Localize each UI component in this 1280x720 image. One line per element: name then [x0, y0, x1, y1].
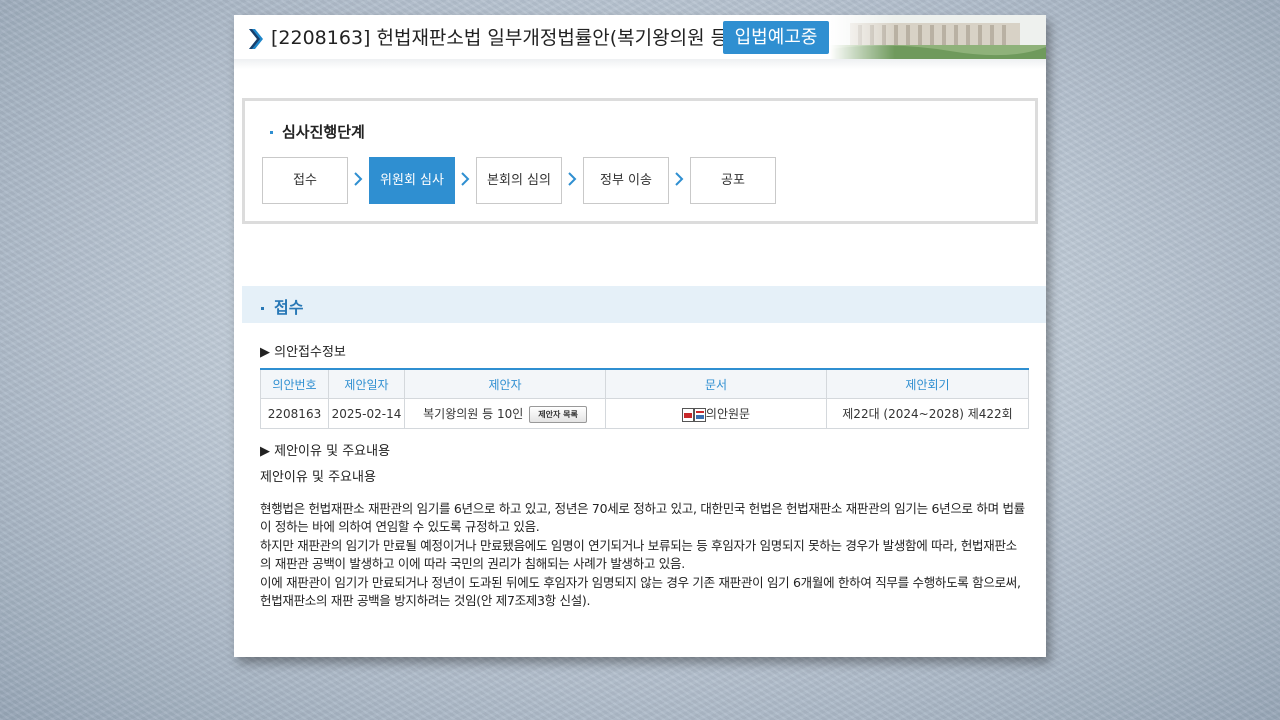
body-line: 하지만 재판관의 임기가 만료될 예정이거나 만료됐음에도 임명이 연기되거나 …	[260, 537, 1017, 553]
chevron-right-icon	[354, 172, 363, 186]
body-line: 헌법재판소의 재판 공백을 방지하려는 것임(안 제7조제3항 신설).	[260, 593, 591, 609]
step-promulgation[interactable]: 공포	[690, 157, 776, 204]
hwp-document-icon[interactable]	[693, 407, 706, 422]
reason-heading: ▶ 제안이유 및 주요내용	[260, 444, 391, 459]
bill-title: [2208163] 헌법재판소법 일부개정법률안(복기왕의원 등 10인)	[271, 27, 784, 49]
bullet-dot	[270, 131, 273, 134]
step-received[interactable]: 접수	[262, 157, 348, 204]
step-government-transfer[interactable]: 정부 이송	[583, 157, 669, 204]
cell-session: 제22대 (2024~2028) 제422회	[826, 398, 1029, 429]
body-line: 의 재판관 공백이 발생하고 이에 따라 국민의 권리가 침해되는 사례가 발생…	[260, 556, 685, 572]
cell-proposer: 복기왕의원 등 10인 제안자 목록	[404, 398, 606, 429]
column-header-proposer: 제안자	[404, 368, 606, 399]
proposer-name: 복기왕의원 등 10인	[423, 406, 524, 421]
bullet-dot	[261, 307, 264, 310]
bill-info-heading: ▶ 의안접수정보	[260, 345, 346, 360]
national-assembly-building-image	[830, 15, 1046, 61]
body-line: 이 정하는 바에 의하여 연임할 수 있도록 규정하고 있음.	[260, 519, 540, 535]
column-header-session: 제안회기	[826, 368, 1029, 399]
body-line: 현행법은 헌법재판소 재판관의 임기를 6년으로 하고 있고, 정년은 70세로…	[260, 501, 1025, 516]
column-header-document: 문서	[605, 368, 827, 399]
reason-label: 제안이유 및 주요내용	[260, 470, 376, 485]
chevron-right-icon	[461, 172, 470, 186]
body-line: 이에 재판관이 임기가 만료되거나 정년이 도과된 뒤에도 후임자가 임명되지 …	[260, 574, 1021, 590]
table-row: 2208163 2025-02-14 복기왕의원 등 10인 제안자 목록 의안원…	[260, 398, 1029, 429]
column-header-bill-no: 의안번호	[260, 368, 329, 399]
cell-document: 의안원문	[605, 398, 827, 429]
chevron-right-icon	[568, 172, 577, 186]
status-badge: 입법예고중	[723, 21, 829, 54]
header-divider	[234, 59, 1046, 69]
header: [2208163] 헌법재판소법 일부개정법률안(복기왕의원 등 10인) 입법…	[234, 15, 1046, 65]
bill-info-table: 의안번호 제안일자 제안자 문서 제안회기 2208163 2025-02-14…	[260, 368, 1029, 429]
table-header-row: 의안번호 제안일자 제안자 문서 제안회기	[260, 368, 1029, 399]
pdf-icon[interactable]	[681, 407, 694, 422]
reason-body-text: 현행법은 헌법재판소 재판관의 임기를 6년으로 하고 있고, 정년은 70세로…	[260, 500, 1032, 610]
review-stages-box: 심사진행단계 접수 위원회 심사 본회의 심의 정부 이송 공포	[242, 98, 1038, 224]
cell-bill-no: 2208163	[260, 398, 329, 429]
section-header-received: 접수	[242, 286, 1046, 323]
column-header-date: 제안일자	[328, 368, 405, 399]
proposer-list-button[interactable]: 제안자 목록	[529, 405, 587, 423]
section-title: 접수	[261, 294, 303, 318]
step-plenary-deliberation[interactable]: 본회의 심의	[476, 157, 562, 204]
review-stages-title: 심사진행단계	[270, 121, 365, 142]
cell-date: 2025-02-14	[328, 398, 405, 429]
chevron-right-icon	[675, 172, 684, 186]
chevron-right-icon	[249, 29, 263, 49]
bill-detail-panel: [2208163] 헌법재판소법 일부개정법률안(복기왕의원 등 10인) 입법…	[234, 15, 1046, 657]
step-committee-review[interactable]: 위원회 심사	[369, 157, 455, 204]
original-bill-link[interactable]: 의안원문	[706, 407, 750, 421]
